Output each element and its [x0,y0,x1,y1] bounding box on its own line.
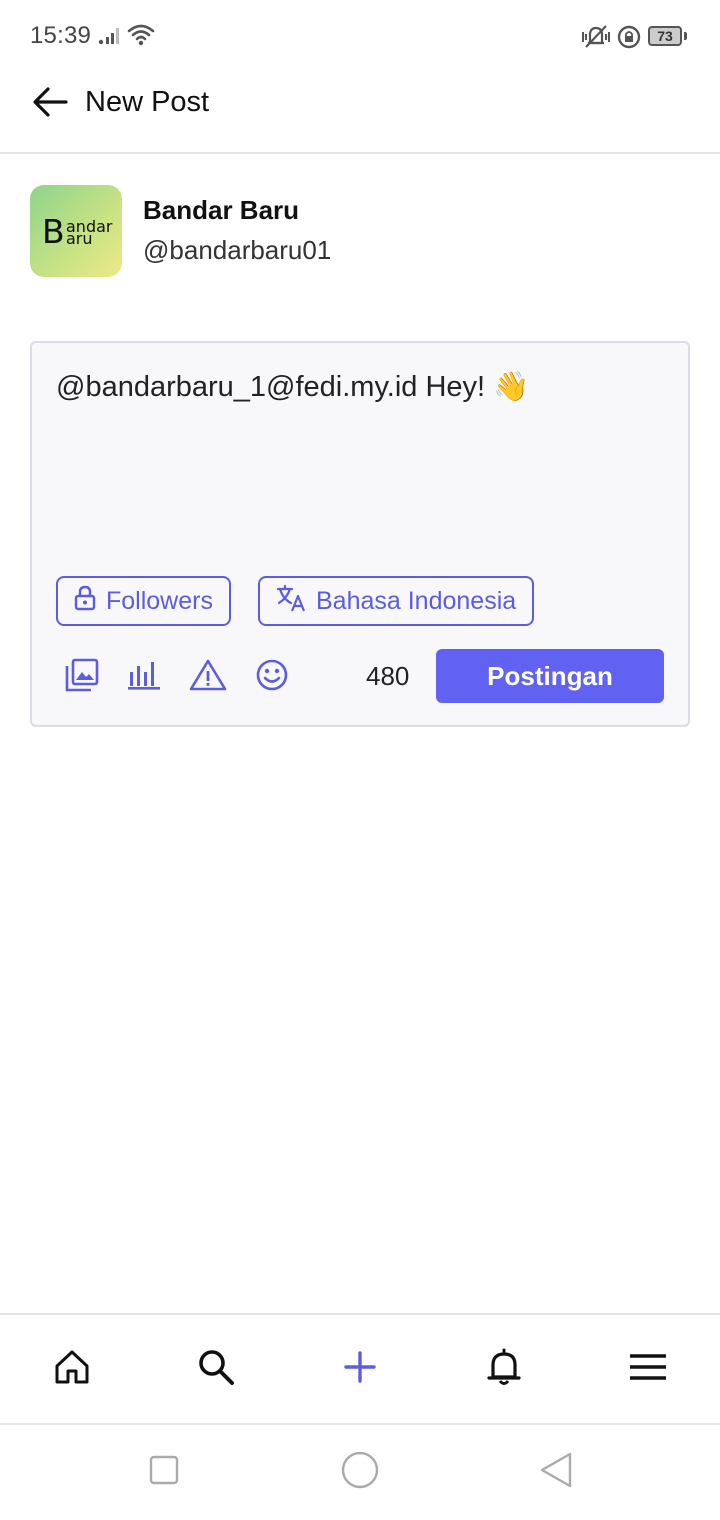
emoji-button[interactable] [252,657,292,697]
nav-search[interactable] [192,1345,240,1393]
status-bar: 15:39 73 [0,0,720,74]
recents-icon [148,1454,180,1491]
notifications-icon [486,1347,522,1392]
poll-icon [127,660,161,695]
nav-compose[interactable] [336,1345,384,1393]
nav-home[interactable] [48,1345,96,1393]
language-button[interactable]: Bahasa Indonesia [258,576,535,626]
visibility-label: Followers [106,586,213,615]
poll-button[interactable] [124,657,164,697]
lock-icon [74,585,106,618]
nav-notifications[interactable] [480,1345,528,1393]
bottom-nav [0,1313,720,1425]
rotation-lock-icon [616,24,642,55]
compose-box: @bandarbaru_1@fedi.my.id Hey! 👋 Follower… [30,341,690,727]
display-name: Bandar Baru [143,195,300,225]
compose-icon [344,1350,376,1388]
wifi-icon [126,22,156,53]
menu-icon [629,1352,667,1387]
signal-icon [98,26,122,51]
language-label: Bahasa Indonesia [316,586,517,615]
status-time: 15:39 [30,22,92,49]
nav-menu[interactable] [624,1345,672,1393]
system-navigation-bar [0,1426,720,1520]
media-icon [65,658,99,697]
avatar-letter: B [42,212,65,251]
battery-cap [684,32,687,40]
back-system-button[interactable] [534,1450,578,1494]
avatar: B andar aru [30,185,122,277]
back-button[interactable] [28,82,72,126]
emoji-icon [255,658,289,697]
page-title: New Post [85,86,210,118]
compose-textarea[interactable]: @bandarbaru_1@fedi.my.id Hey! 👋 [56,369,656,405]
post-button[interactable]: Postingan [436,649,664,703]
character-counter: 480 [366,661,410,691]
app-header: New Post [0,74,720,154]
home-icon [54,1349,90,1390]
home-system-button[interactable] [338,1450,382,1494]
recents-button[interactable] [142,1450,186,1494]
battery-icon: 73 [648,26,682,46]
avatar-text-bottom: aru [66,229,93,248]
account-handle: @bandarbaru01 [143,235,332,265]
visibility-button[interactable]: Followers [56,576,231,626]
content-warning-icon [189,658,227,697]
search-icon [197,1348,235,1391]
translate-icon [276,584,316,619]
content-warning-button[interactable] [188,657,228,697]
home-circle-icon [340,1450,380,1495]
vibrate-off-icon [580,22,612,57]
arrow-left-icon [32,86,68,123]
back-triangle-icon [538,1451,574,1494]
media-button[interactable] [62,657,102,697]
